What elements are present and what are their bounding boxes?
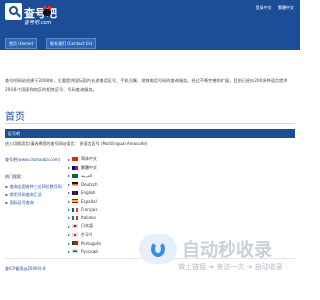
flag-kr-icon: [72, 232, 79, 237]
language-label[interactable]: العربية: [81, 173, 92, 178]
language-item-es[interactable]: ▸ Español: [68, 197, 101, 205]
arrow-icon: ▸: [68, 248, 71, 254]
bullet-icon: ▪: [5, 192, 8, 197]
bullet-icon: ▪: [5, 200, 8, 205]
page-title: 首页: [5, 112, 25, 123]
language-item-de[interactable]: ▸ Deutsch: [68, 180, 101, 188]
current-site-link[interactable]: 查号吧(www.chahaoba.com): [5, 157, 60, 163]
flag-es-icon: [72, 199, 79, 204]
language-item-ar[interactable]: ▸ العربية: [68, 172, 101, 180]
arrow-icon: ▸: [68, 173, 71, 179]
arrow-icon: ▸: [68, 240, 71, 246]
flag-tw-icon: [72, 165, 79, 170]
flag-jp-icon: [72, 224, 79, 229]
language-label[interactable]: 繁體中文: [81, 165, 97, 171]
link-simplified-chinese[interactable]: 登录中文: [256, 5, 272, 10]
tab-contact-us[interactable]: 联系我们 (Contact Us): [46, 38, 97, 49]
hot-link-item[interactable]: ▪ 查询全国各种三位四位数号码: [5, 183, 62, 191]
arrow-icon: ▸: [68, 215, 71, 221]
link-traditional-chinese[interactable]: 繁體中文: [278, 5, 294, 10]
language-item-zh-cn[interactable]: ▸ 简体中文: [68, 155, 101, 163]
language-label[interactable]: 简体中文: [81, 156, 97, 162]
language-label[interactable]: Pусский: [81, 249, 98, 254]
language-item-ja[interactable]: ▸ 日本語: [68, 222, 101, 230]
cat-mascot-icon: [43, 6, 51, 16]
arrow-icon: ▸: [68, 190, 71, 196]
top-bar: 查号吧 查号吧.com 登录中文 繁體中文 首页 (Home) 联系我们 (Co…: [0, 0, 300, 50]
arrow-icon: ▸: [68, 165, 71, 171]
language-label[interactable]: Français: [81, 207, 98, 212]
flag-de-icon: [72, 182, 79, 187]
language-item-pt[interactable]: ▸ Português: [68, 239, 101, 247]
arrow-icon: ▸: [68, 223, 71, 229]
language-label[interactable]: Español: [81, 199, 97, 204]
flag-pt-icon: [72, 241, 79, 246]
arrow-icon: ▸: [68, 181, 71, 187]
intro-paragraph: 查号吧网站创建于2008年，主要提供国际国内长途电话区号、手机归属、地铁电话号码…: [5, 78, 288, 92]
divider: [5, 123, 295, 124]
hot-search-list: ▪ 查询全国各种三位四位数号码 ▪ 常用号码查询汇总 ▪ 国际区号查询: [5, 183, 62, 207]
hot-link-item[interactable]: ▪ 常用号码查询汇总: [5, 191, 62, 199]
language-label[interactable]: 한국어: [81, 232, 92, 238]
language-item-it[interactable]: ▸ Italiano: [68, 214, 101, 222]
tab-home[interactable]: 首页 (Home): [5, 38, 38, 49]
language-item-ru[interactable]: ▸ Pусский: [68, 247, 101, 255]
watermark-subtitle: 做上链接 ➔ 来访一次 ➔ 自动收录: [178, 263, 283, 271]
language-prompt: 进入切换语言/请选择您的查号网站语言： 多语言区号 (Multilingual …: [5, 141, 148, 146]
bullet-icon: ▪: [5, 184, 8, 189]
language-label[interactable]: Deutsch: [81, 182, 97, 187]
flag-sa-icon: [72, 173, 79, 178]
flag-ru-icon: [72, 249, 79, 254]
hot-link-label[interactable]: 常用号码查询汇总: [10, 192, 42, 197]
language-item-en[interactable]: ▸ English: [68, 189, 101, 197]
section-header: 区号吧: [5, 129, 295, 138]
watermark-logo-icon: [139, 234, 177, 264]
language-item-ko[interactable]: ▸ 한국어: [68, 231, 101, 239]
icp-record-link[interactable]: 查ICP备案@2009号-8: [5, 266, 46, 272]
language-label[interactable]: English: [81, 190, 95, 195]
language-item-fr[interactable]: ▸ Français: [68, 205, 101, 213]
language-label[interactable]: Italiano: [81, 215, 96, 220]
flag-gb-icon: [72, 190, 79, 195]
language-links: 登录中文 繁體中文: [251, 5, 294, 11]
hot-search-label: 热门搜索：: [5, 174, 25, 179]
arrow-icon: ▸: [68, 156, 71, 162]
hot-link-label[interactable]: 国际区号查询: [10, 200, 34, 205]
hot-link-label[interactable]: 查询全国各种三位四位数号码: [10, 184, 62, 189]
arrow-icon: ▸: [68, 198, 71, 204]
magnifier-logo-icon: [5, 3, 22, 20]
flag-cn-icon: [72, 157, 79, 162]
language-label[interactable]: Português: [81, 241, 101, 246]
flag-fr-icon: [72, 207, 79, 212]
arrow-icon: ▸: [68, 232, 71, 238]
hot-link-item[interactable]: ▪ 国际区号查询: [5, 199, 62, 207]
arrow-icon: ▸: [68, 207, 71, 213]
language-item-zh-tw[interactable]: ▸ 繁體中文: [68, 163, 101, 171]
site-domain: 查号吧.com: [24, 20, 52, 26]
language-label[interactable]: 日本語: [81, 223, 93, 229]
flag-it-icon: [72, 215, 79, 220]
language-list: ▸ 简体中文 ▸ 繁體中文 ▸ العربية ▸ Deutsch ▸ English ▸…: [68, 155, 101, 256]
watermark-title: 自动秒收录: [182, 240, 272, 261]
